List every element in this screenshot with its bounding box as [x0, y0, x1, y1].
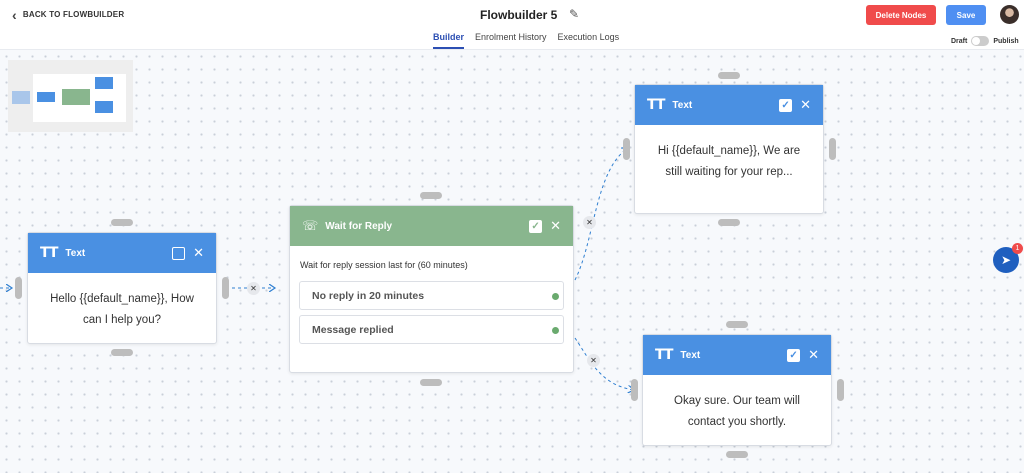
tab-bar: Builder Enrolment History Execution Logs [433, 32, 619, 49]
back-label: BACK TO FLOWBUILDER [22, 10, 125, 19]
publish-label: Publish [993, 37, 1019, 45]
delete-nodes-button[interactable]: Delete Nodes [866, 5, 936, 25]
wait-for-reply-node[interactable]: ☏ Wait for Reply ✓ ✕ Wait for reply sess… [289, 205, 574, 373]
edge-remove-icon[interactable]: ✕ [247, 282, 260, 295]
close-icon[interactable]: ✕ [808, 348, 819, 361]
edge-wait-to-text3 [574, 337, 634, 390]
node-select-checkbox[interactable]: ✓ [529, 219, 543, 233]
node-handle-top[interactable] [726, 321, 748, 328]
option-label: No reply in 20 minutes [312, 289, 425, 302]
tab-execution-logs[interactable]: Execution Logs [558, 32, 620, 49]
avatar[interactable] [1000, 5, 1019, 24]
text-format-icon: TT [655, 347, 673, 363]
output-port[interactable] [552, 327, 559, 334]
edge-wait-to-text2 [574, 148, 628, 281]
node-handle-bottom[interactable] [726, 451, 748, 458]
output-port[interactable] [552, 293, 559, 300]
send-icon: ➤ [1000, 253, 1012, 267]
node-title: Text [672, 99, 693, 111]
node-header: ☏ Wait for Reply ✓ ✕ [290, 206, 573, 246]
node-message: Okay sure. Our team will contact you sho… [674, 395, 800, 428]
node-select-checkbox[interactable]: ✓ [779, 98, 793, 112]
chat-widget-button[interactable]: ➤ 1 [993, 243, 1023, 273]
node-handle-left[interactable] [15, 277, 22, 299]
chevron-left-icon: ‹ [12, 6, 17, 23]
node-handle-bottom[interactable] [718, 219, 740, 226]
phone-wait-icon: ☏ [302, 218, 318, 234]
publish-toggle[interactable] [971, 36, 990, 46]
top-bar: ‹ BACK TO FLOWBUILDER Flowbuilder 5 ✎ Bu… [0, 0, 1024, 50]
text-node-contact[interactable]: TT Text ✓ ✕ Okay sure. Our team will con… [642, 334, 832, 446]
node-header: TT Text ✓ ✕ [635, 85, 823, 125]
back-to-flowbuilder-link[interactable]: ‹ BACK TO FLOWBUILDER [12, 6, 125, 23]
node-message: Hi {{default_name}}, We are still waitin… [657, 145, 801, 178]
pencil-icon[interactable]: ✎ [569, 7, 579, 21]
page-title: Flowbuilder 5 [480, 8, 558, 22]
edge-remove-icon[interactable]: ✕ [583, 216, 596, 229]
option-label: Message replied [312, 323, 394, 336]
node-title: Wait for Reply [325, 220, 393, 232]
node-handle-bottom[interactable] [420, 379, 442, 386]
node-handle-top[interactable] [420, 192, 442, 199]
reply-option-no-reply[interactable]: No reply in 20 minutes [299, 281, 564, 310]
node-handle-left[interactable] [623, 138, 630, 160]
text-format-icon: TT [647, 97, 665, 113]
edge-remove-icon[interactable]: ✕ [587, 354, 600, 367]
reply-option-message-replied[interactable]: Message replied [299, 315, 564, 344]
node-handle-right[interactable] [837, 379, 844, 401]
node-title: Text [65, 247, 86, 259]
node-handle-top[interactable] [111, 219, 133, 226]
text-format-icon: TT [40, 245, 58, 261]
tab-builder[interactable]: Builder [433, 32, 465, 49]
node-handle-right[interactable] [829, 138, 836, 160]
close-icon[interactable]: ✕ [550, 219, 561, 232]
node-select-checkbox[interactable]: ✓ [787, 348, 801, 362]
text-node-waiting[interactable]: TT Text ✓ ✕ Hi {{default_name}}, We are … [634, 84, 824, 214]
text-node-greeting[interactable]: TT Text ✕ Hello {{default_name}}, How ca… [27, 232, 217, 344]
notification-badge: 1 [1012, 243, 1023, 254]
node-header: TT Text ✕ [28, 233, 216, 273]
node-handle-right[interactable] [222, 277, 229, 299]
close-icon[interactable]: ✕ [193, 246, 204, 259]
node-header: TT Text ✓ ✕ [643, 335, 831, 375]
node-message: Hello {{default_name}}, How can I help y… [50, 293, 194, 326]
save-button[interactable]: Save [946, 5, 986, 25]
wait-description: Wait for reply session last for (60 minu… [300, 260, 468, 270]
draft-label: Draft [951, 37, 968, 45]
publish-toggle-group: Draft Publish [951, 36, 1019, 46]
node-handle-left[interactable] [631, 379, 638, 401]
node-select-checkbox[interactable] [172, 246, 186, 260]
node-title: Text [680, 349, 701, 361]
close-icon[interactable]: ✕ [800, 98, 811, 111]
tab-enrolment-history[interactable]: Enrolment History [475, 32, 547, 49]
node-handle-bottom[interactable] [111, 349, 133, 356]
node-handle-top[interactable] [718, 72, 740, 79]
